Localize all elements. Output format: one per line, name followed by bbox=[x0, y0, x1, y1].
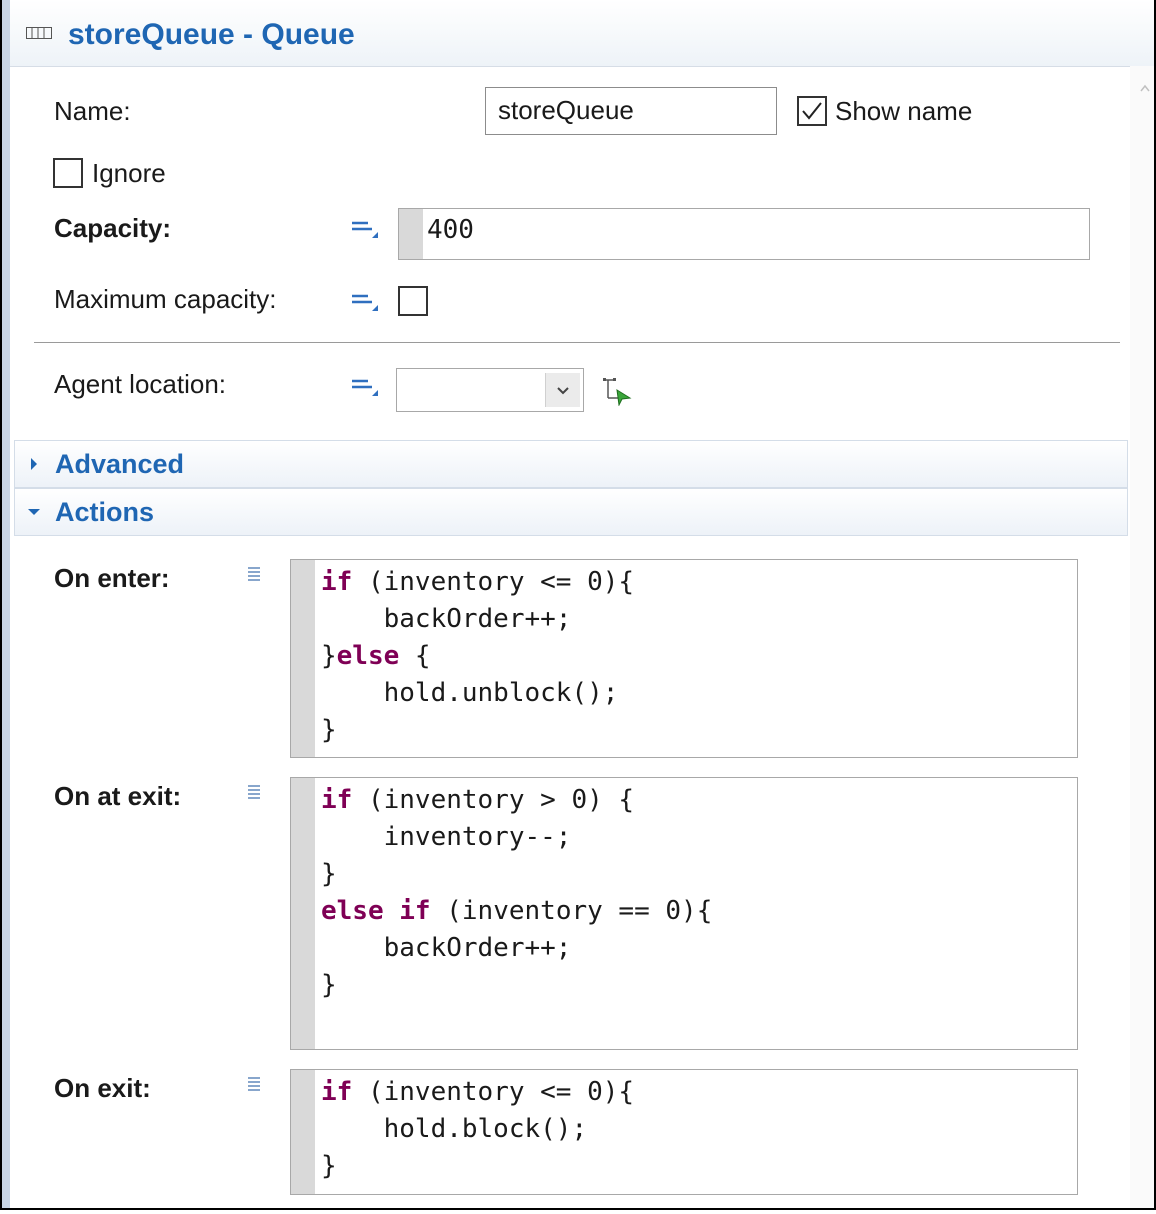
code-text: } bbox=[321, 970, 337, 1000]
code-field-icon[interactable] bbox=[246, 784, 262, 802]
on-at-exit-code: if (inventory > 0) { inventory--;} else i… bbox=[321, 782, 712, 1004]
on-exit-label: On exit: bbox=[54, 1073, 151, 1103]
code-keyword: if bbox=[321, 1077, 353, 1107]
code-line: backOrder++; bbox=[321, 930, 712, 967]
code-text: { bbox=[399, 641, 431, 671]
code-text: inventory--; bbox=[321, 822, 572, 852]
on-exit-code: if (inventory <= 0){ hold.block();} bbox=[321, 1074, 634, 1185]
code-text: (inventory <= 0){ bbox=[352, 567, 635, 597]
max-capacity-label: Maximum capacity: bbox=[54, 284, 277, 314]
name-label: Name: bbox=[54, 96, 131, 126]
code-line: backOrder++; bbox=[321, 601, 634, 638]
capacity-input[interactable]: 400 bbox=[398, 208, 1090, 260]
code-line: if (inventory > 0) { bbox=[321, 782, 712, 819]
code-line: if (inventory <= 0){ bbox=[321, 564, 634, 601]
panel-left-edge bbox=[2, 0, 10, 1208]
static-value-icon[interactable] bbox=[350, 291, 378, 313]
panel-header: storeQueue - Queue bbox=[10, 0, 1154, 67]
capacity-value: 400 bbox=[427, 215, 474, 245]
code-text: (inventory <= 0){ bbox=[352, 1077, 635, 1107]
code-keyword: if bbox=[321, 567, 353, 597]
code-field-icon[interactable] bbox=[246, 1076, 262, 1094]
code-text: backOrder++; bbox=[321, 604, 572, 634]
code-text: hold.unblock(); bbox=[321, 678, 619, 708]
on-exit-code-editor[interactable]: if (inventory <= 0){ hold.block();} bbox=[290, 1069, 1078, 1195]
code-gutter bbox=[291, 778, 315, 1049]
panel-title: storeQueue - Queue bbox=[68, 18, 355, 51]
vertical-scrollbar[interactable] bbox=[1130, 66, 1154, 1208]
code-keyword: else bbox=[321, 896, 384, 926]
code-text: } bbox=[321, 1151, 337, 1181]
actions-section-label: Actions bbox=[55, 497, 155, 527]
code-text: (inventory == 0){ bbox=[430, 896, 713, 926]
on-enter-code: if (inventory <= 0){ backOrder++;}else {… bbox=[321, 564, 634, 749]
agent-location-dropdown[interactable] bbox=[396, 368, 584, 412]
actions-section-header[interactable]: Actions bbox=[14, 488, 1128, 536]
code-field-icon[interactable] bbox=[246, 566, 262, 584]
on-enter-label: On enter: bbox=[54, 563, 170, 593]
code-text: } bbox=[321, 641, 337, 671]
static-value-icon[interactable] bbox=[350, 218, 378, 240]
checkmark-icon bbox=[802, 102, 822, 120]
on-at-exit-label: On at exit: bbox=[54, 781, 182, 811]
code-line: } bbox=[321, 712, 634, 749]
code-text: } bbox=[321, 859, 337, 889]
code-gutter bbox=[291, 1070, 315, 1194]
code-text: } bbox=[321, 715, 337, 745]
properties-panel: storeQueue - Queue Name: storeQueue Show… bbox=[0, 0, 1156, 1210]
show-name-label: Show name bbox=[835, 96, 973, 126]
ignore-checkbox[interactable] bbox=[53, 158, 83, 188]
code-line: } bbox=[321, 967, 712, 1004]
collapse-arrow-icon bbox=[28, 509, 40, 515]
code-keyword: else bbox=[336, 641, 400, 671]
code-text: backOrder++; bbox=[321, 933, 572, 963]
code-text: hold.block(); bbox=[321, 1114, 588, 1144]
dropdown-button[interactable] bbox=[545, 373, 580, 407]
select-on-canvas-icon[interactable] bbox=[600, 376, 632, 406]
expand-arrow-icon bbox=[31, 458, 37, 470]
chevron-down-icon bbox=[557, 387, 569, 395]
capacity-label: Capacity: bbox=[54, 213, 172, 243]
show-name-checkbox[interactable] bbox=[797, 96, 827, 126]
code-keyword: if bbox=[399, 896, 431, 926]
ignore-label: Ignore bbox=[92, 158, 166, 188]
on-enter-code-editor[interactable]: if (inventory <= 0){ backOrder++;}else {… bbox=[290, 559, 1078, 758]
scroll-up-icon[interactable] bbox=[1140, 84, 1150, 92]
code-line: hold.block(); bbox=[321, 1111, 634, 1148]
code-line: else if (inventory == 0){ bbox=[321, 893, 712, 930]
code-gutter bbox=[291, 560, 315, 757]
code-text: (inventory > 0) { bbox=[352, 785, 635, 815]
on-at-exit-code-editor[interactable]: if (inventory > 0) { inventory--;} else i… bbox=[290, 777, 1078, 1050]
advanced-section-label: Advanced bbox=[55, 449, 185, 479]
separator bbox=[34, 342, 1120, 343]
code-line: inventory--; bbox=[321, 819, 712, 856]
advanced-section-header[interactable]: Advanced bbox=[14, 440, 1128, 488]
queue-icon bbox=[26, 27, 52, 39]
code-keyword: if bbox=[321, 785, 353, 815]
agent-location-label: Agent location: bbox=[54, 369, 227, 399]
code-line: if (inventory <= 0){ bbox=[321, 1074, 634, 1111]
static-value-icon[interactable] bbox=[350, 376, 378, 398]
code-line: } bbox=[321, 856, 712, 893]
code-line: }else { bbox=[321, 638, 634, 675]
code-line: } bbox=[321, 1148, 634, 1185]
code-line: hold.unblock(); bbox=[321, 675, 634, 712]
max-capacity-checkbox[interactable] bbox=[398, 286, 428, 316]
capacity-gutter bbox=[399, 209, 423, 259]
name-input[interactable]: storeQueue bbox=[485, 87, 777, 135]
